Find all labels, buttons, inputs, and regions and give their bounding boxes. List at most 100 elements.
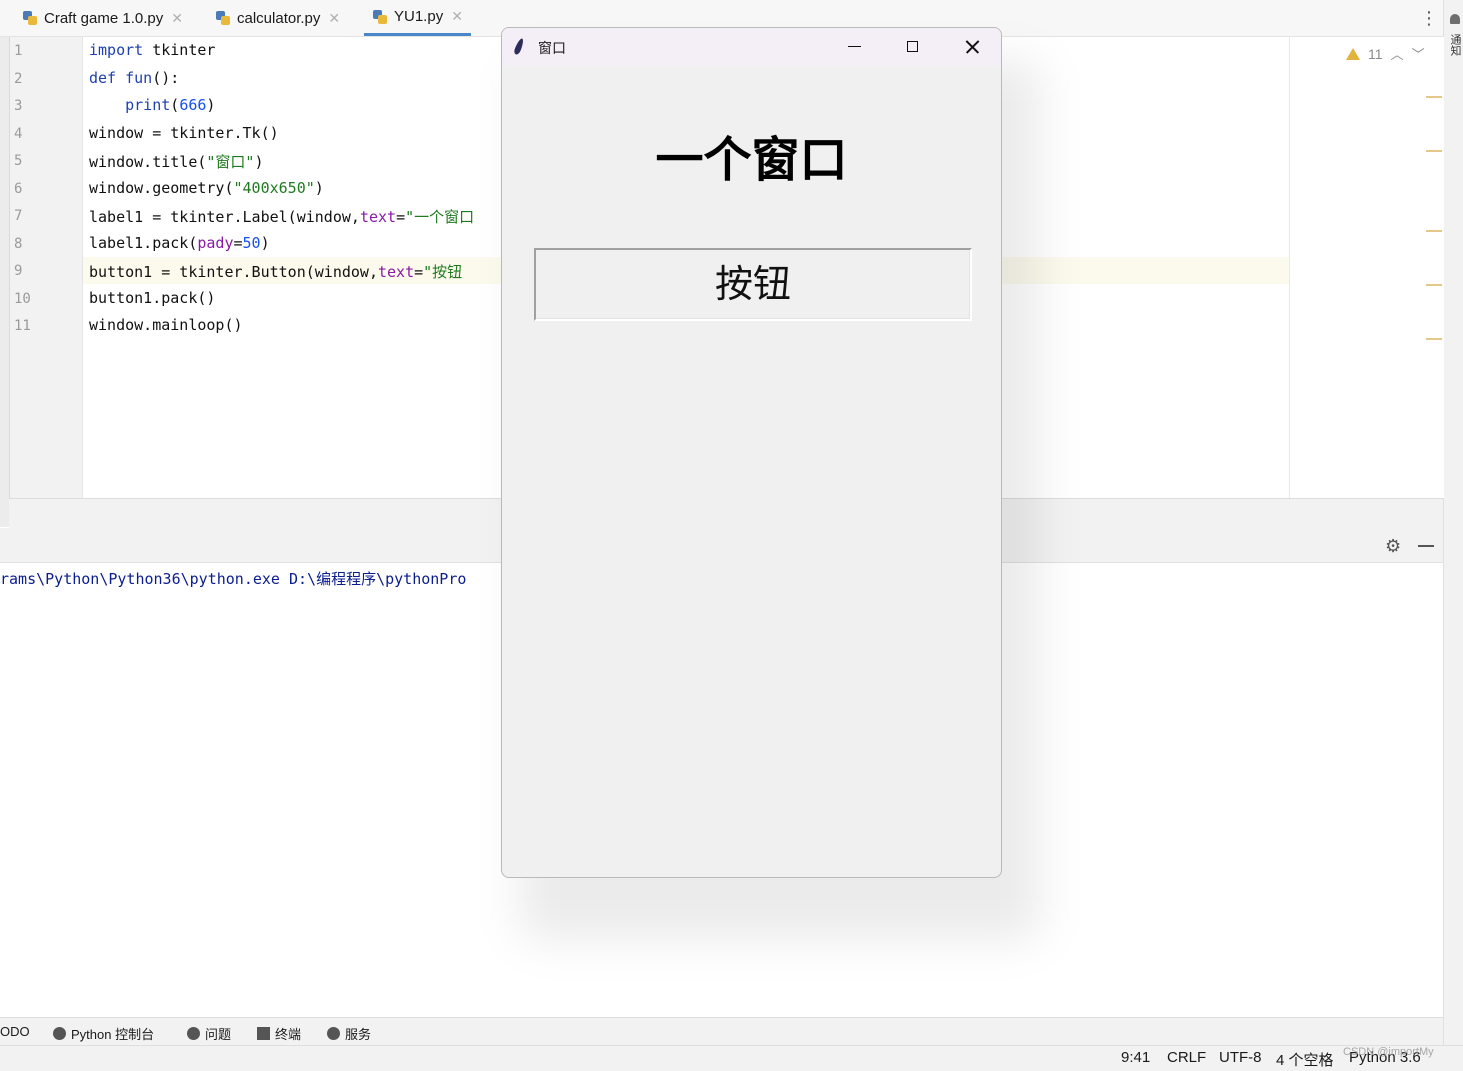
code-line[interactable]: window.title("窗口") [89,151,264,172]
code-text: window.geometry( [89,179,234,197]
warning-stripe-mark[interactable] [1426,96,1442,98]
code-line[interactable]: window.geometry("400x650") [89,179,324,197]
code-line[interactable]: def fun(): [89,69,179,87]
code-text: ) [206,96,216,114]
param-name: text [377,263,415,281]
tool-problems[interactable]: 问题 [187,1024,231,1043]
minimize-button[interactable] [826,28,884,66]
close-button[interactable] [943,28,1001,66]
code-text: = [414,263,424,281]
line-number: 11 [14,318,31,334]
code-line[interactable]: window.mainloop() [89,316,243,334]
line-number: 10 [14,291,31,307]
code-text: window.title( [89,153,207,171]
code-line[interactable]: window = tkinter.Tk() [89,124,279,142]
tool-terminal[interactable]: 终端 [257,1024,301,1043]
gear-icon[interactable]: ⚙ [1385,536,1401,557]
string-literal: "一个窗口 [405,208,475,226]
editor-right-margin [1289,37,1444,498]
status-indent[interactable]: 4 个空格 [1276,1049,1334,1070]
tk-window-title: 窗口 [538,41,566,57]
tool-todo[interactable]: ODO [0,1024,30,1039]
status-caret-position[interactable]: 9:41 [1121,1049,1150,1066]
tool-label: 终端 [275,1027,302,1042]
python-file-icon [215,10,231,26]
code-text: ) [260,234,270,252]
code-line[interactable]: label1 = tkinter.Label(window,text="一个窗口 [89,206,474,227]
close-icon[interactable]: ✕ [328,10,340,27]
right-tool-strip [1443,0,1463,1045]
tab-craft-game[interactable]: Craft game 1.0.py ✕ [22,0,183,36]
python-file-icon [22,10,38,26]
tab-label: calculator.py [237,9,321,27]
string-literal: "按钮 [423,263,463,281]
keyword: def [89,69,117,87]
code-text: tkinter [143,41,216,59]
warning-stripe-mark[interactable] [1426,284,1442,286]
tool-services[interactable]: 服务 [327,1024,371,1043]
warning-stripe-mark[interactable] [1426,338,1442,340]
close-icon[interactable]: ✕ [451,8,463,25]
line-number: 5 [14,153,23,169]
param-name: text [359,208,397,226]
close-icon[interactable]: ✕ [171,10,183,27]
keyword: import [89,41,144,59]
line-number: 7 [14,208,23,224]
code-text: ) [254,153,264,171]
maximize-button[interactable] [884,28,942,66]
line-number: 4 [14,126,23,142]
line-number: 8 [14,236,23,252]
line-number: 3 [14,98,23,114]
status-line-ending[interactable]: CRLF [1167,1049,1206,1066]
run-output-line[interactable]: rams\Python\Python36\python.exe D:\编程程序\… [0,568,466,589]
tk-window[interactable]: 窗口 一个窗口 按钮 [501,27,1002,878]
tool-label: Python 控制台 [71,1027,155,1042]
string-literal: "400x650" [233,179,315,197]
warning-stripe-mark[interactable] [1426,230,1442,232]
code-line[interactable]: label1.pack(pady=50) [89,234,270,252]
number-literal: 666 [179,96,207,114]
services-icon [327,1027,340,1040]
number-literal: 50 [242,234,261,252]
line-number: 6 [14,181,23,197]
watermark: CSDN @importMy [1343,1046,1434,1058]
code-text: = [233,234,243,252]
code-line[interactable]: print(666) [89,96,215,114]
code-line[interactable]: button1 = tkinter.Button(window,text="按钮 [89,261,462,282]
inspection-widget[interactable]: 11 ︿ ﹀ [1346,44,1425,63]
hide-panel-icon[interactable] [1418,545,1434,547]
tab-label: Craft game 1.0.py [44,9,164,27]
function-name: print [125,96,171,114]
more-options-icon[interactable]: ⋮ [1420,8,1438,29]
terminal-icon [257,1027,270,1040]
code-text: ( [170,96,180,114]
python-console-icon [53,1027,66,1040]
bell-icon[interactable] [1450,14,1460,24]
tk-title-bar[interactable]: 窗口 [502,28,1001,66]
notifications-label[interactable]: 通知 [1447,34,1463,56]
tab-calculator[interactable]: calculator.py ✕ [215,0,340,36]
function-name: fun [116,69,153,87]
feather-icon [513,37,525,56]
param-name: pady [197,234,234,252]
chevron-down-icon[interactable]: ﹀ [1412,44,1425,63]
code-line[interactable]: import tkinter [89,41,215,59]
tool-label: 问题 [205,1027,232,1042]
tab-label: YU1.py [394,8,444,25]
tk-button[interactable]: 按钮 [534,248,972,321]
string-literal: "窗口" [206,153,255,171]
status-encoding[interactable]: UTF-8 [1219,1049,1262,1066]
code-text: (): [152,69,180,87]
line-number: 1 [14,43,23,59]
code-line[interactable]: button1.pack() [89,289,215,307]
warning-count: 11 [1368,45,1383,62]
code-text: button1 = tkinter.Button(window, [89,263,378,281]
chevron-up-icon[interactable]: ︿ [1391,44,1404,63]
code-text: label1.pack( [89,234,198,252]
tab-yu1[interactable]: YU1.py ✕ [364,0,471,36]
code-text: = [396,208,406,226]
warning-stripe-mark[interactable] [1426,150,1442,152]
tool-python-console[interactable]: Python 控制台 [53,1024,154,1043]
tk-label: 一个窗口 [655,132,848,188]
